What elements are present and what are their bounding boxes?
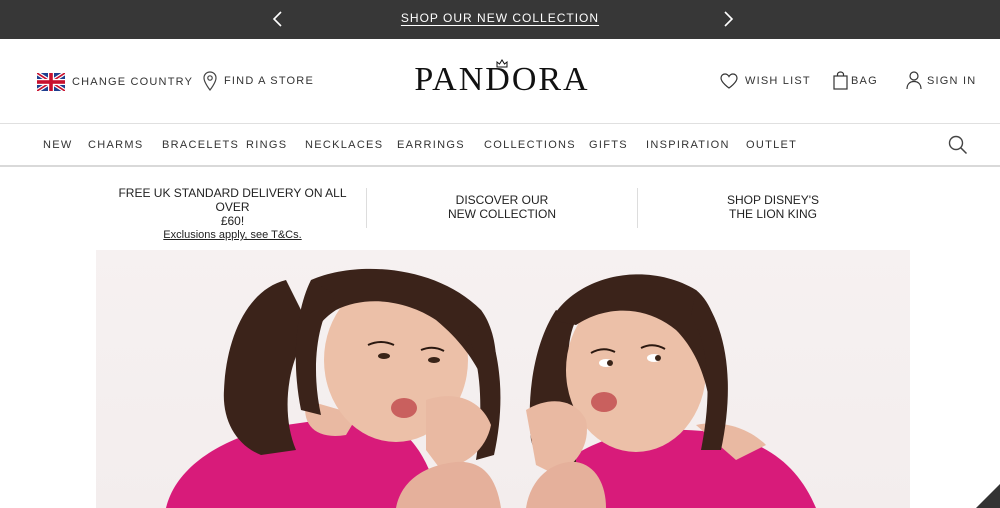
- model-right: [526, 274, 816, 508]
- map-pin-icon: [203, 71, 217, 91]
- nav-item-gifts[interactable]: GIFTS: [589, 139, 628, 151]
- nav-item-new[interactable]: NEW: [43, 139, 73, 151]
- user-icon: [906, 71, 922, 90]
- usp-divider: [637, 188, 638, 228]
- nav-item-outlet[interactable]: OUTLET: [746, 139, 797, 151]
- change-country-label: CHANGE COUNTRY: [72, 76, 194, 88]
- heart-icon: [720, 73, 738, 89]
- crown-icon: [496, 55, 508, 73]
- chevron-right-icon[interactable]: [718, 9, 738, 29]
- promo-link-container: SHOP OUR NEW COLLECTION: [0, 11, 1000, 25]
- nav-item-rings[interactable]: RINGS: [246, 139, 287, 151]
- uk-flag-icon: [35, 71, 67, 93]
- promo-link[interactable]: SHOP OUR NEW COLLECTION: [401, 11, 599, 25]
- bag-link[interactable]: BAG: [833, 71, 878, 90]
- usp-collection-line2: NEW COLLECTION: [447, 207, 556, 221]
- usp-new-collection[interactable]: DISCOVER OUR NEW COLLECTION: [402, 193, 602, 221]
- usp-disney-line1: SHOP DISNEY'S: [726, 193, 820, 207]
- nav-item-earrings[interactable]: EARRINGS: [397, 139, 465, 151]
- usp-delivery-line2: £60!: [220, 214, 245, 228]
- pandora-logo[interactable]: PANDORA: [400, 59, 604, 99]
- model-left: [166, 268, 501, 508]
- main-nav: NEW CHARMS BRACELETS RINGS NECKLACES EAR…: [0, 125, 1000, 167]
- wish-list-link[interactable]: WISH LIST: [720, 73, 811, 89]
- nav-item-charms[interactable]: CHARMS: [88, 139, 143, 151]
- corner-tab[interactable]: [976, 484, 1000, 508]
- search-icon[interactable]: [948, 135, 968, 155]
- nav-item-necklaces[interactable]: NECKLACES: [305, 139, 383, 151]
- usp-delivery-line1: FREE UK STANDARD DELIVERY ON ALL OVER: [118, 186, 347, 214]
- bag-label: BAG: [851, 74, 878, 87]
- usp-disney-line2: THE LION KING: [728, 207, 817, 221]
- nav-item-bracelets[interactable]: BRACELETS: [162, 139, 239, 151]
- usp-collection-line1: DISCOVER OUR: [455, 193, 549, 207]
- nav-item-inspiration[interactable]: INSPIRATION: [646, 139, 730, 151]
- sign-in-label: SIGN IN: [927, 74, 977, 87]
- change-country-link[interactable]: CHANGE COUNTRY: [35, 71, 194, 93]
- find-store-label: FIND A STORE: [224, 75, 314, 87]
- usp-disney[interactable]: SHOP DISNEY'S THE LION KING: [673, 193, 873, 221]
- usp-divider: [366, 188, 367, 228]
- usp-delivery: FREE UK STANDARD DELIVERY ON ALL OVER £6…: [110, 186, 355, 242]
- find-store-link[interactable]: FIND A STORE: [203, 71, 314, 91]
- nav-item-collections[interactable]: COLLECTIONS: [484, 139, 576, 151]
- hero-banner[interactable]: [96, 250, 910, 508]
- hero-image: [166, 268, 816, 508]
- site-header: CHANGE COUNTRY FIND A STORE PANDORA WISH…: [0, 39, 1000, 124]
- shopping-bag-icon: [833, 71, 848, 90]
- wish-list-label: WISH LIST: [745, 75, 811, 87]
- sign-in-link[interactable]: SIGN IN: [906, 71, 976, 90]
- usp-delivery-terms-link[interactable]: Exclusions apply, see T&Cs.: [110, 228, 355, 242]
- promo-bar: SHOP OUR NEW COLLECTION: [0, 0, 1000, 39]
